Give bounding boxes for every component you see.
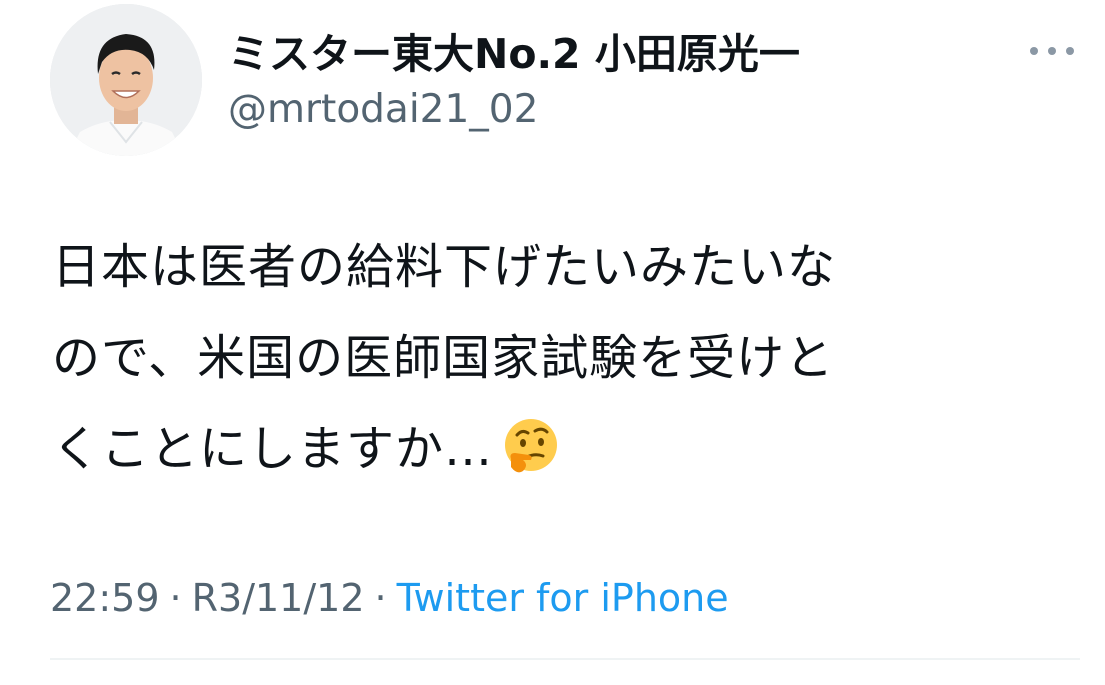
tweet: ミスター東大No.2 小田原光一 @mrtodai21_02 日本は医者の給料下…	[0, 0, 1105, 685]
tweet-source-link[interactable]: Twitter for iPhone	[397, 576, 729, 620]
meta-separator: ·	[374, 576, 387, 620]
tweet-text-line-last: くことにしますか…	[52, 404, 1062, 509]
tweet-text-line: 日本は医者の給料下げたいみたいな	[52, 239, 837, 295]
more-dot	[1066, 47, 1074, 55]
divider	[50, 658, 1080, 660]
author-display-name[interactable]: ミスター東大No.2 小田原光一	[228, 26, 800, 82]
thinking-face-emoji	[499, 415, 563, 509]
tweet-meta: 22:59 · R3/11/12 · Twitter for iPhone	[50, 570, 729, 626]
meta-separator: ·	[169, 576, 182, 620]
avatar[interactable]	[50, 4, 202, 156]
tweet-text-line-content: くことにしますか…	[52, 421, 494, 477]
more-dot	[1048, 47, 1056, 55]
tweet-text-line: ので、米国の医師国家試験を受けと	[52, 330, 835, 386]
author-handle[interactable]: @mrtodai21_02	[228, 82, 538, 138]
more-dot	[1030, 47, 1038, 55]
tweet-text: 日本は医者の給料下げたいみたいな ので、米国の医師国家試験を受けと くことにしま…	[52, 222, 1062, 509]
tweet-time[interactable]: 22:59	[50, 576, 160, 620]
more-horizontal-icon[interactable]	[1030, 36, 1074, 66]
tweet-date[interactable]: R3/11/12	[192, 576, 365, 620]
